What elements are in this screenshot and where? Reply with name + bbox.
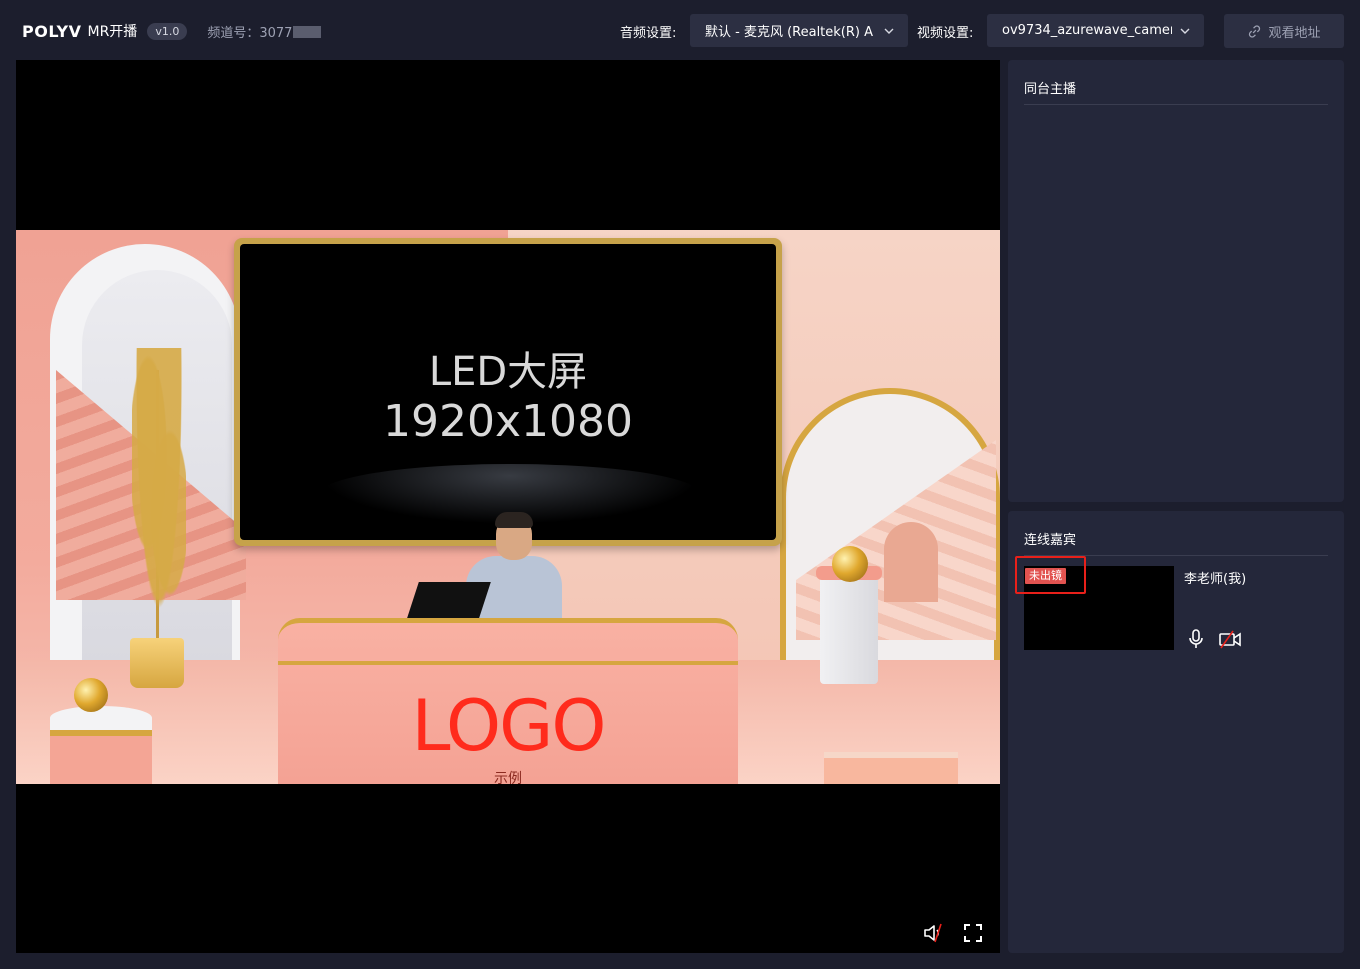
- top-bar: POLYV MR开播 v1.0 频道号：3077 音频设置: 默认 - 麦克风 …: [0, 0, 1360, 60]
- plant-pot: [130, 638, 184, 688]
- co-host-panel: 同台主播: [1008, 60, 1344, 502]
- guest-name: 李老师(我): [1184, 572, 1247, 587]
- video-settings-label: 视频设置:: [917, 26, 974, 41]
- mute-button[interactable]: [922, 922, 944, 944]
- right-pedestal: [820, 572, 878, 684]
- channel-redaction: [293, 25, 322, 38]
- audio-device-value: 默认 - 麦克风 (Realtek(R) A: [705, 25, 874, 40]
- camera-off-icon: [1219, 630, 1241, 649]
- guest-title: 连线嘉宾: [1024, 533, 1077, 548]
- watch-url-button[interactable]: 观看地址: [1224, 14, 1344, 48]
- channel-label: 频道号：3077: [207, 25, 293, 41]
- guest-panel: 连线嘉宾 未出镜 李老师(我): [1008, 511, 1344, 953]
- product-name: MR开播: [87, 24, 138, 40]
- gift-box: [824, 752, 958, 784]
- led-screen: LED大屏 1920x1080: [240, 244, 776, 540]
- audio-settings-label: 音频设置:: [620, 26, 677, 41]
- guest-mic-button[interactable]: [1184, 627, 1208, 651]
- microphone-icon: [1189, 629, 1203, 648]
- brand: POLYV MR开播 v1.0 频道号：3077: [22, 19, 322, 43]
- speaker-muted-icon: [924, 923, 942, 943]
- virtual-studio-scene: LED大屏 1920x1080 LOGO 示例: [16, 230, 1000, 784]
- video-device-select[interactable]: ov9734_azurewave_camera: [987, 14, 1204, 47]
- presenter-desk: LOGO 示例: [278, 618, 738, 784]
- gold-ball-right: [832, 546, 868, 582]
- video-device-value: ov9734_azurewave_camera: [1002, 23, 1172, 38]
- channel-number: 频道号：3077: [207, 22, 322, 41]
- guest-camera-button[interactable]: [1218, 627, 1242, 651]
- led-screen-frame: LED大屏 1920x1080: [234, 238, 782, 546]
- desk-logo: LOGO: [411, 685, 607, 767]
- fullscreen-icon: [964, 924, 982, 942]
- audio-device-select[interactable]: 默认 - 麦克风 (Realtek(R) A: [690, 14, 908, 47]
- co-host-title: 同台主播: [1024, 82, 1077, 97]
- fullscreen-button[interactable]: [962, 922, 984, 944]
- live-video-stage[interactable]: LED大屏 1920x1080 LOGO 示例: [16, 60, 1000, 953]
- desk-logo-sub: 示例: [494, 771, 522, 784]
- gold-ball-left: [74, 678, 108, 712]
- chevron-down-icon: [884, 28, 894, 34]
- polyv-logo: POLYV: [22, 21, 82, 41]
- badge-highlight-box: [1015, 556, 1086, 594]
- version-badge: v1.0: [147, 22, 188, 40]
- chevron-down-icon: [1180, 28, 1190, 34]
- left-pedestal: [50, 706, 152, 784]
- link-icon: [1249, 24, 1261, 38]
- led-screen-resolution: 1920x1080: [383, 396, 633, 447]
- led-screen-title: LED大屏: [428, 349, 588, 395]
- watch-url-label: 观看地址: [1268, 25, 1321, 41]
- bamboo-plant: [132, 348, 186, 648]
